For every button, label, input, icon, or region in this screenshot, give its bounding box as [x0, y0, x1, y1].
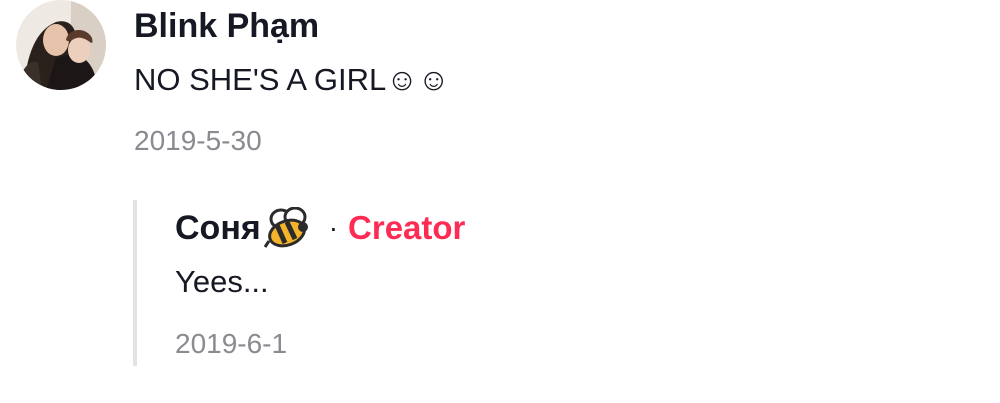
comment-thread: Blink Phạm NO SHE'S A GIRL☺☺ 2019-5-30 С…	[0, 0, 1000, 403]
creator-badge: Creator	[348, 209, 466, 246]
comment-username[interactable]: Blink Phạm	[134, 4, 319, 48]
comment-text: NO SHE'S A GIRL☺☺	[134, 62, 450, 97]
separator-dot: ·	[328, 212, 339, 243]
bee-icon	[263, 206, 313, 249]
reply-date: 2019-6-1	[175, 328, 288, 359]
reply-thread-line	[133, 200, 137, 366]
reply-header: Соня · Creator	[175, 204, 465, 252]
reply-username[interactable]: Соня	[175, 206, 261, 250]
comment-date: 2019-5-30	[134, 125, 262, 156]
reply-text: Yees...	[175, 264, 269, 299]
avatar[interactable]	[16, 0, 106, 90]
avatar-photo	[16, 0, 106, 90]
